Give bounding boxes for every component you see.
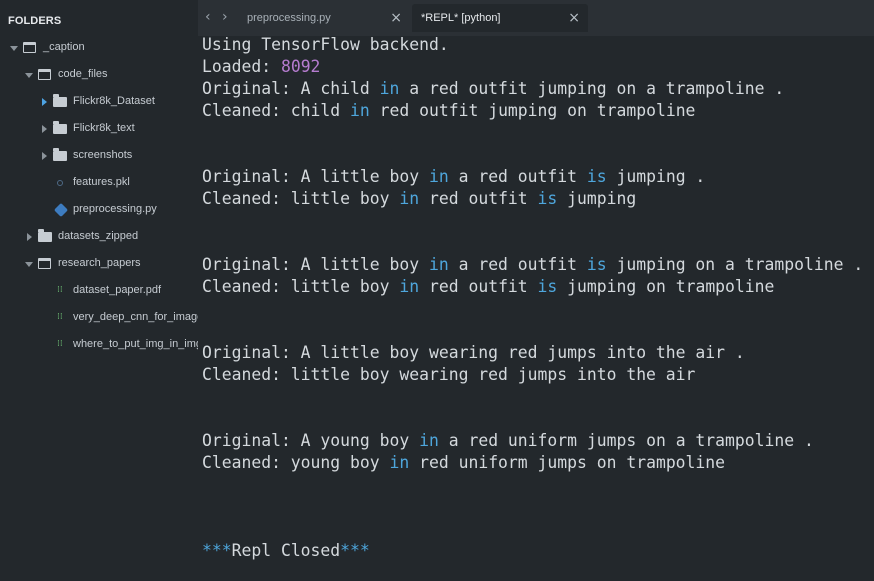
repl-line-original: Original: A little boy in a red outfit i… [202,255,864,274]
tree-item-very-deep-cnn[interactable]: ⁞⁞ very_deep_cnn_for_image [0,304,198,331]
tree-item-code-files[interactable]: code_files [0,61,198,88]
pdf-file-icon: ⁞⁞ [57,339,63,349]
folder-icon [53,94,67,107]
tree-item-datasets-zipped[interactable]: datasets_zipped [0,223,198,250]
repl-line-cleaned: Cleaned: little boy in red outfit is jum… [202,189,637,208]
folder-tree: _caption code_files Flickr8k_Dataset Fli… [0,34,198,358]
pdf-file-icon: ⁞⁞ [57,312,63,322]
back-arrow-icon[interactable]: ‹ [205,9,211,25]
tree-item-flickr8k-dataset[interactable]: Flickr8k_Dataset [0,88,198,115]
tree-item-label: datasets_zipped [58,230,139,242]
repl-line: Loaded: 8092 [202,57,321,76]
tree-item-flickr8k-text[interactable]: Flickr8k_text [0,115,198,142]
folder-open-icon [38,258,51,269]
repl-line: Using TensorFlow backend. [202,36,449,54]
folder-sidebar: FOLDERS _caption code_files Flickr8k_Dat… [0,0,198,581]
tree-item-label: research_papers [58,257,141,269]
tab-preprocessing-py[interactable]: preprocessing.py × [238,4,410,32]
folders-header: FOLDERS [8,15,62,27]
close-icon[interactable]: × [568,4,580,32]
chevron-down-icon[interactable] [10,46,18,51]
folder-open-icon [23,42,36,53]
forward-arrow-icon[interactable]: › [222,9,228,25]
chevron-right-icon[interactable] [42,98,47,106]
repl-line-original: Original: A little boy wearing red jumps… [202,343,745,362]
tree-item-research-papers[interactable]: research_papers [0,250,198,277]
tab-repl-python[interactable]: *REPL* [python] × [412,4,588,32]
sublime-window: FOLDERS _caption code_files Flickr8k_Dat… [0,0,874,581]
chevron-right-icon[interactable] [42,125,47,133]
tree-item-label: code_files [58,68,108,80]
tree-item-label: preprocessing.py [73,203,157,215]
repl-line-original: Original: A child in a red outfit jumpin… [202,79,785,98]
tree-item-label: Flickr8k_text [73,122,135,134]
chevron-down-icon[interactable] [25,73,33,78]
tab-label: preprocessing.py [247,12,331,24]
tab-label: *REPL* [python] [421,12,501,24]
tree-item-label: _caption [43,41,85,53]
python-file-icon [53,202,69,218]
repl-output[interactable]: Using TensorFlow backend. Loaded: 8092 O… [198,36,874,581]
repl-closed-message: ***Repl Closed*** [202,541,370,560]
tree-item-dataset-paper[interactable]: ⁞⁞ dataset_paper.pdf [0,277,198,304]
tree-item-caption[interactable]: _caption [0,34,198,61]
tree-item-label: where_to_put_img_in_img [73,338,198,350]
repl-line-original: Original: A young boy in a red uniform j… [202,431,814,450]
folder-icon [53,148,67,161]
tree-item-label: dataset_paper.pdf [73,284,162,296]
folder-open-icon [38,69,51,80]
folder-icon [38,229,52,242]
tree-item-features-pkl[interactable]: features.pkl [0,169,198,196]
tree-item-label: features.pkl [73,176,130,188]
tree-item-label: very_deep_cnn_for_image [73,311,198,323]
repl-line-cleaned: Cleaned: young boy in red uniform jumps … [202,453,726,472]
pkl-file-icon [57,180,63,186]
tree-item-screenshots[interactable]: screenshots [0,142,198,169]
repl-line-original: Original: A little boy in a red outfit i… [202,167,706,186]
tree-item-label: screenshots [73,149,133,161]
pdf-file-icon: ⁞⁞ [57,285,63,295]
chevron-down-icon[interactable] [25,262,33,267]
tab-bar: ‹ › preprocessing.py × *REPL* [python] × [198,0,874,36]
chevron-right-icon[interactable] [42,152,47,160]
loaded-count: 8092 [280,57,321,76]
folder-icon [53,121,67,134]
tree-item-label: Flickr8k_Dataset [73,95,155,107]
repl-line-cleaned: Cleaned: child in red outfit jumping on … [202,101,696,120]
tree-item-where-to-put-img[interactable]: ⁞⁞ where_to_put_img_in_img [0,331,198,358]
repl-line-cleaned: Cleaned: little boy in red outfit is jum… [202,277,775,296]
close-icon[interactable]: × [390,4,402,32]
tree-item-preprocessing-py[interactable]: preprocessing.py [0,196,198,223]
repl-line-cleaned: Cleaned: little boy wearing red jumps in… [202,365,696,384]
chevron-right-icon[interactable] [27,233,32,241]
